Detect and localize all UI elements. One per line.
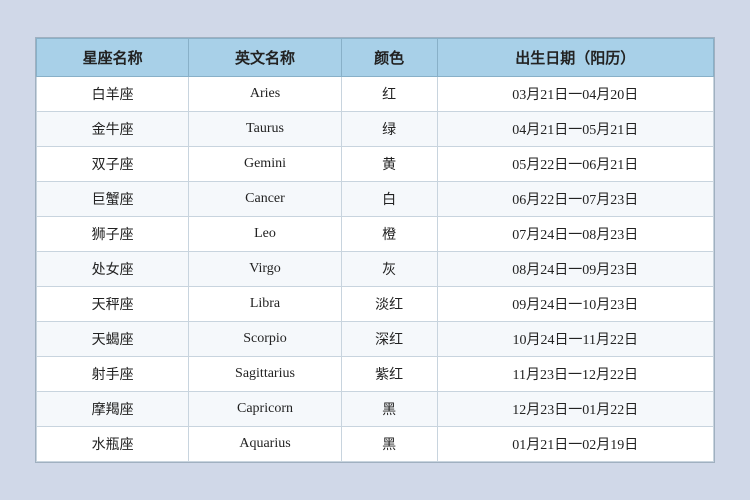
cell-8-2: 紫红 [341,357,437,392]
cell-10-2: 黑 [341,427,437,462]
cell-9-3: 12月23日一01月22日 [437,392,713,427]
table-row: 水瓶座Aquarius黑01月21日一02月19日 [37,427,714,462]
cell-3-1: Cancer [189,182,341,217]
cell-5-0: 处女座 [37,252,189,287]
cell-1-0: 金牛座 [37,112,189,147]
table-row: 摩羯座Capricorn黑12月23日一01月22日 [37,392,714,427]
cell-9-1: Capricorn [189,392,341,427]
cell-7-0: 天蝎座 [37,322,189,357]
table-row: 狮子座Leo橙07月24日一08月23日 [37,217,714,252]
cell-5-3: 08月24日一09月23日 [437,252,713,287]
cell-2-0: 双子座 [37,147,189,182]
cell-3-0: 巨蟹座 [37,182,189,217]
cell-10-1: Aquarius [189,427,341,462]
cell-8-1: Sagittarius [189,357,341,392]
cell-4-2: 橙 [341,217,437,252]
zodiac-table: 星座名称英文名称颜色出生日期（阳历） 白羊座Aries红03月21日一04月20… [36,38,714,462]
cell-7-2: 深红 [341,322,437,357]
cell-7-3: 10月24日一11月22日 [437,322,713,357]
header-col-2: 颜色 [341,39,437,77]
cell-4-3: 07月24日一08月23日 [437,217,713,252]
cell-6-0: 天秤座 [37,287,189,322]
cell-3-2: 白 [341,182,437,217]
cell-4-0: 狮子座 [37,217,189,252]
table-body: 白羊座Aries红03月21日一04月20日金牛座Taurus绿04月21日一0… [37,77,714,462]
table-row: 天蝎座Scorpio深红10月24日一11月22日 [37,322,714,357]
cell-0-2: 红 [341,77,437,112]
cell-0-3: 03月21日一04月20日 [437,77,713,112]
cell-8-0: 射手座 [37,357,189,392]
table-header-row: 星座名称英文名称颜色出生日期（阳历） [37,39,714,77]
cell-10-0: 水瓶座 [37,427,189,462]
cell-6-3: 09月24日一10月23日 [437,287,713,322]
table-row: 天秤座Libra淡红09月24日一10月23日 [37,287,714,322]
header-col-3: 出生日期（阳历） [437,39,713,77]
cell-1-3: 04月21日一05月21日 [437,112,713,147]
table-row: 白羊座Aries红03月21日一04月20日 [37,77,714,112]
table-row: 双子座Gemini黄05月22日一06月21日 [37,147,714,182]
cell-9-2: 黑 [341,392,437,427]
cell-1-1: Taurus [189,112,341,147]
cell-5-2: 灰 [341,252,437,287]
cell-3-3: 06月22日一07月23日 [437,182,713,217]
cell-8-3: 11月23日一12月22日 [437,357,713,392]
table-row: 处女座Virgo灰08月24日一09月23日 [37,252,714,287]
cell-5-1: Virgo [189,252,341,287]
cell-2-2: 黄 [341,147,437,182]
cell-6-2: 淡红 [341,287,437,322]
cell-6-1: Libra [189,287,341,322]
cell-4-1: Leo [189,217,341,252]
cell-1-2: 绿 [341,112,437,147]
table-row: 巨蟹座Cancer白06月22日一07月23日 [37,182,714,217]
table-row: 射手座Sagittarius紫红11月23日一12月22日 [37,357,714,392]
cell-2-1: Gemini [189,147,341,182]
header-col-0: 星座名称 [37,39,189,77]
cell-2-3: 05月22日一06月21日 [437,147,713,182]
cell-10-3: 01月21日一02月19日 [437,427,713,462]
cell-7-1: Scorpio [189,322,341,357]
cell-0-1: Aries [189,77,341,112]
table-row: 金牛座Taurus绿04月21日一05月21日 [37,112,714,147]
zodiac-table-container: 星座名称英文名称颜色出生日期（阳历） 白羊座Aries红03月21日一04月20… [35,37,715,463]
cell-0-0: 白羊座 [37,77,189,112]
cell-9-0: 摩羯座 [37,392,189,427]
header-col-1: 英文名称 [189,39,341,77]
